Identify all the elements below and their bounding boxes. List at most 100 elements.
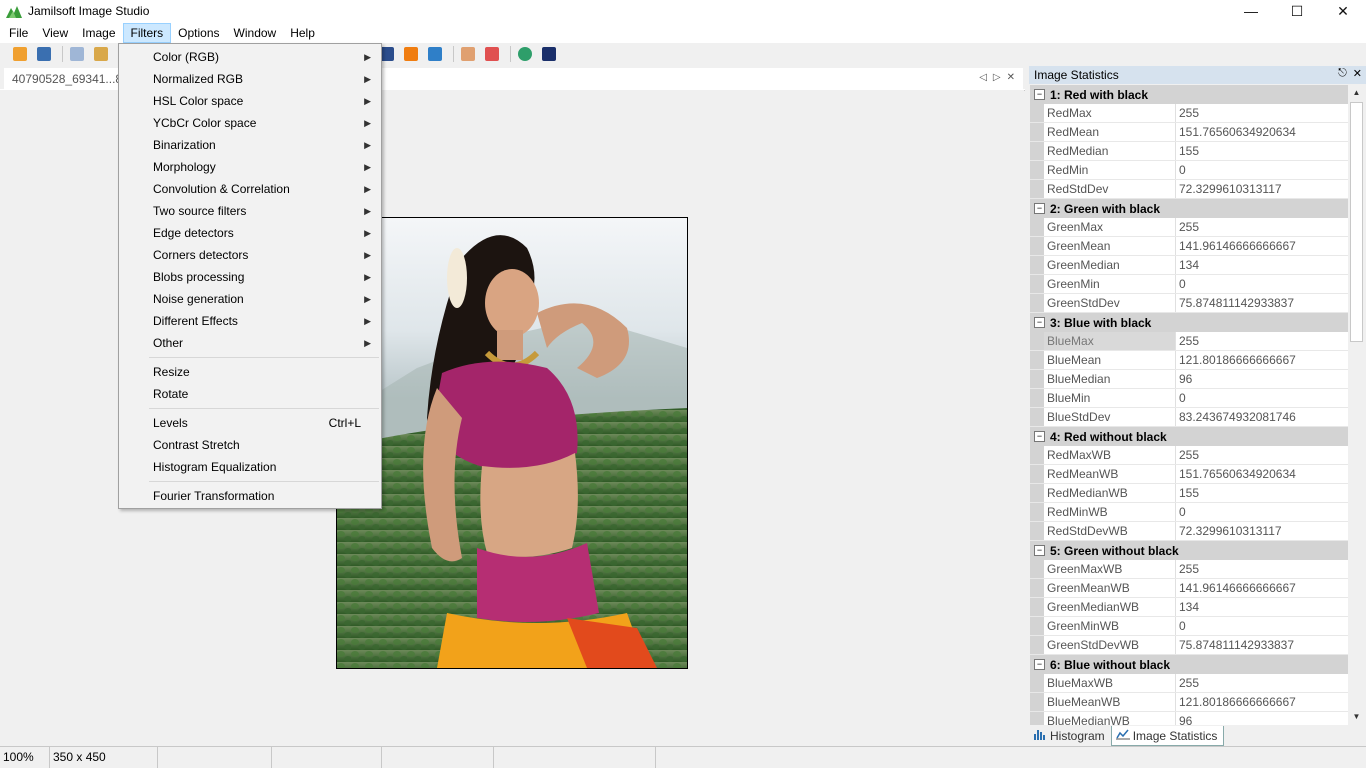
menu-item-fourier-transformation[interactable]: Fourier Transformation xyxy=(119,485,381,507)
vertical-scrollbar[interactable]: ▲ ▼ xyxy=(1348,85,1365,725)
property-row[interactable]: RedMedian 155 xyxy=(1030,142,1348,161)
tab-prev-icon[interactable]: ◁ xyxy=(979,72,987,83)
property-value[interactable]: 0 xyxy=(1176,161,1348,179)
property-value[interactable]: 255 xyxy=(1176,446,1348,464)
property-value[interactable]: 255 xyxy=(1176,332,1348,350)
scroll-thumb[interactable] xyxy=(1350,102,1363,342)
property-row[interactable]: BlueMedianWB 96 xyxy=(1030,712,1348,725)
property-grid[interactable]: −1: Red with black RedMax 255 RedMean 151.76… xyxy=(1030,85,1348,725)
grid-icon[interactable] xyxy=(458,44,478,64)
property-row[interactable]: GreenStdDev 75.874811142933837 xyxy=(1030,294,1348,313)
property-row[interactable]: GreenMaxWB 255 xyxy=(1030,560,1348,579)
menu-item-color-rgb[interactable]: Color (RGB) ▶ xyxy=(119,46,381,68)
property-row[interactable]: RedStdDev 72.3299610313117 xyxy=(1030,180,1348,199)
menu-options[interactable]: Options xyxy=(171,23,226,43)
property-row[interactable]: GreenMeanWB 141.96146666666667 xyxy=(1030,579,1348,598)
window-icon[interactable] xyxy=(425,44,445,64)
maximize-button[interactable]: ☐ xyxy=(1274,0,1320,22)
property-row[interactable]: RedMedianWB 155 xyxy=(1030,484,1348,503)
property-value[interactable]: 255 xyxy=(1176,218,1348,236)
property-value[interactable]: 0 xyxy=(1176,275,1348,293)
grid-red-icon[interactable] xyxy=(482,44,502,64)
menu-view[interactable]: View xyxy=(35,23,75,43)
property-row[interactable]: RedMin 0 xyxy=(1030,161,1348,180)
property-row[interactable]: GreenMinWB 0 xyxy=(1030,617,1348,636)
property-row[interactable]: BlueMeanWB 121.80186666666667 xyxy=(1030,693,1348,712)
image-photo[interactable] xyxy=(336,217,688,669)
property-row[interactable]: BlueMax 255 xyxy=(1030,332,1348,351)
collapse-icon[interactable]: − xyxy=(1034,659,1045,670)
property-row[interactable]: BlueStdDev 83.243674932081746 xyxy=(1030,408,1348,427)
menu-item-two-source[interactable]: Two source filters ▶ xyxy=(119,200,381,222)
collapse-icon[interactable]: − xyxy=(1034,89,1045,100)
collapse-icon[interactable]: − xyxy=(1034,545,1045,556)
grid-category[interactable]: −6: Blue without black xyxy=(1030,655,1348,674)
globe-icon[interactable] xyxy=(515,44,535,64)
menu-item-resize[interactable]: Resize xyxy=(119,361,381,383)
property-value[interactable]: 0 xyxy=(1176,617,1348,635)
menu-file[interactable]: File xyxy=(2,23,35,43)
property-value[interactable]: 0 xyxy=(1176,389,1348,407)
menu-item-corners-detectors[interactable]: Corners detectors ▶ xyxy=(119,244,381,266)
property-value[interactable]: 83.243674932081746 xyxy=(1176,408,1348,426)
property-value[interactable]: 72.3299610313117 xyxy=(1176,180,1348,198)
menu-item-convolution[interactable]: Convolution & Correlation ▶ xyxy=(119,178,381,200)
save-icon[interactable] xyxy=(34,44,54,64)
menu-item-edge-detectors[interactable]: Edge detectors ▶ xyxy=(119,222,381,244)
property-value[interactable]: 134 xyxy=(1176,256,1348,274)
property-row[interactable]: GreenMedian 134 xyxy=(1030,256,1348,275)
property-value[interactable]: 121.80186666666667 xyxy=(1176,693,1348,711)
fire-icon[interactable] xyxy=(401,44,421,64)
menu-item-contrast-stretch[interactable]: Contrast Stretch xyxy=(119,434,381,456)
document-tab[interactable]: 40790528_69341...8 xyxy=(4,68,122,90)
property-row[interactable]: GreenMin 0 xyxy=(1030,275,1348,294)
property-value[interactable]: 255 xyxy=(1176,674,1348,692)
property-value[interactable]: 141.96146666666667 xyxy=(1176,237,1348,255)
property-value[interactable]: 141.96146666666667 xyxy=(1176,579,1348,597)
property-value[interactable]: 72.3299610313117 xyxy=(1176,522,1348,540)
property-row[interactable]: GreenStdDevWB 75.874811142933837 xyxy=(1030,636,1348,655)
paste-icon[interactable] xyxy=(91,44,111,64)
panel-close-icon[interactable]: ✕ xyxy=(1353,67,1362,80)
menu-window[interactable]: Window xyxy=(227,23,284,43)
property-row[interactable]: RedMinWB 0 xyxy=(1030,503,1348,522)
menu-item-normalized-rgb[interactable]: Normalized RGB ▶ xyxy=(119,68,381,90)
property-value[interactable]: 121.80186666666667 xyxy=(1176,351,1348,369)
menu-item-levels[interactable]: Levels Ctrl+L xyxy=(119,412,381,434)
property-value[interactable]: 255 xyxy=(1176,560,1348,578)
property-value[interactable]: 75.874811142933837 xyxy=(1176,294,1348,312)
menu-item-noise-generation[interactable]: Noise generation ▶ xyxy=(119,288,381,310)
tab-next-icon[interactable]: ▷ xyxy=(993,72,1001,83)
menu-item-blobs-processing[interactable]: Blobs processing ▶ xyxy=(119,266,381,288)
menu-item-binarization[interactable]: Binarization ▶ xyxy=(119,134,381,156)
copy-icon[interactable] xyxy=(67,44,87,64)
property-row[interactable]: GreenMean 141.96146666666667 xyxy=(1030,237,1348,256)
star-icon[interactable] xyxy=(539,44,559,64)
property-value[interactable]: 155 xyxy=(1176,484,1348,502)
property-row[interactable]: GreenMedianWB 134 xyxy=(1030,598,1348,617)
menu-item-hsl[interactable]: HSL Color space ▶ xyxy=(119,90,381,112)
grid-category[interactable]: −4: Red without black xyxy=(1030,427,1348,446)
property-value[interactable]: 155 xyxy=(1176,142,1348,160)
property-row[interactable]: BlueMedian 96 xyxy=(1030,370,1348,389)
menu-item-ycbcr[interactable]: YCbCr Color space ▶ xyxy=(119,112,381,134)
property-value[interactable]: 96 xyxy=(1176,712,1348,725)
menu-item-morphology[interactable]: Morphology ▶ xyxy=(119,156,381,178)
collapse-icon[interactable]: − xyxy=(1034,431,1045,442)
property-value[interactable]: 151.76560634920634 xyxy=(1176,123,1348,141)
property-row[interactable]: BlueMin 0 xyxy=(1030,389,1348,408)
grid-category[interactable]: −2: Green with black xyxy=(1030,199,1348,218)
property-row[interactable]: RedMean 151.76560634920634 xyxy=(1030,123,1348,142)
property-row[interactable]: RedMax 255 xyxy=(1030,104,1348,123)
menu-item-different-effects[interactable]: Different Effects ▶ xyxy=(119,310,381,332)
grid-category[interactable]: −5: Green without black xyxy=(1030,541,1348,560)
scroll-up-icon[interactable]: ▲ xyxy=(1348,85,1365,101)
tab-histogram[interactable]: Histogram xyxy=(1029,726,1111,746)
tab-close-icon[interactable]: ✕ xyxy=(1007,72,1015,83)
menu-image[interactable]: Image xyxy=(75,23,122,43)
property-row[interactable]: BlueMean 121.80186666666667 xyxy=(1030,351,1348,370)
property-value[interactable]: 0 xyxy=(1176,503,1348,521)
grid-category[interactable]: −1: Red with black xyxy=(1030,85,1348,104)
property-row[interactable]: GreenMax 255 xyxy=(1030,218,1348,237)
property-value[interactable]: 255 xyxy=(1176,104,1348,122)
